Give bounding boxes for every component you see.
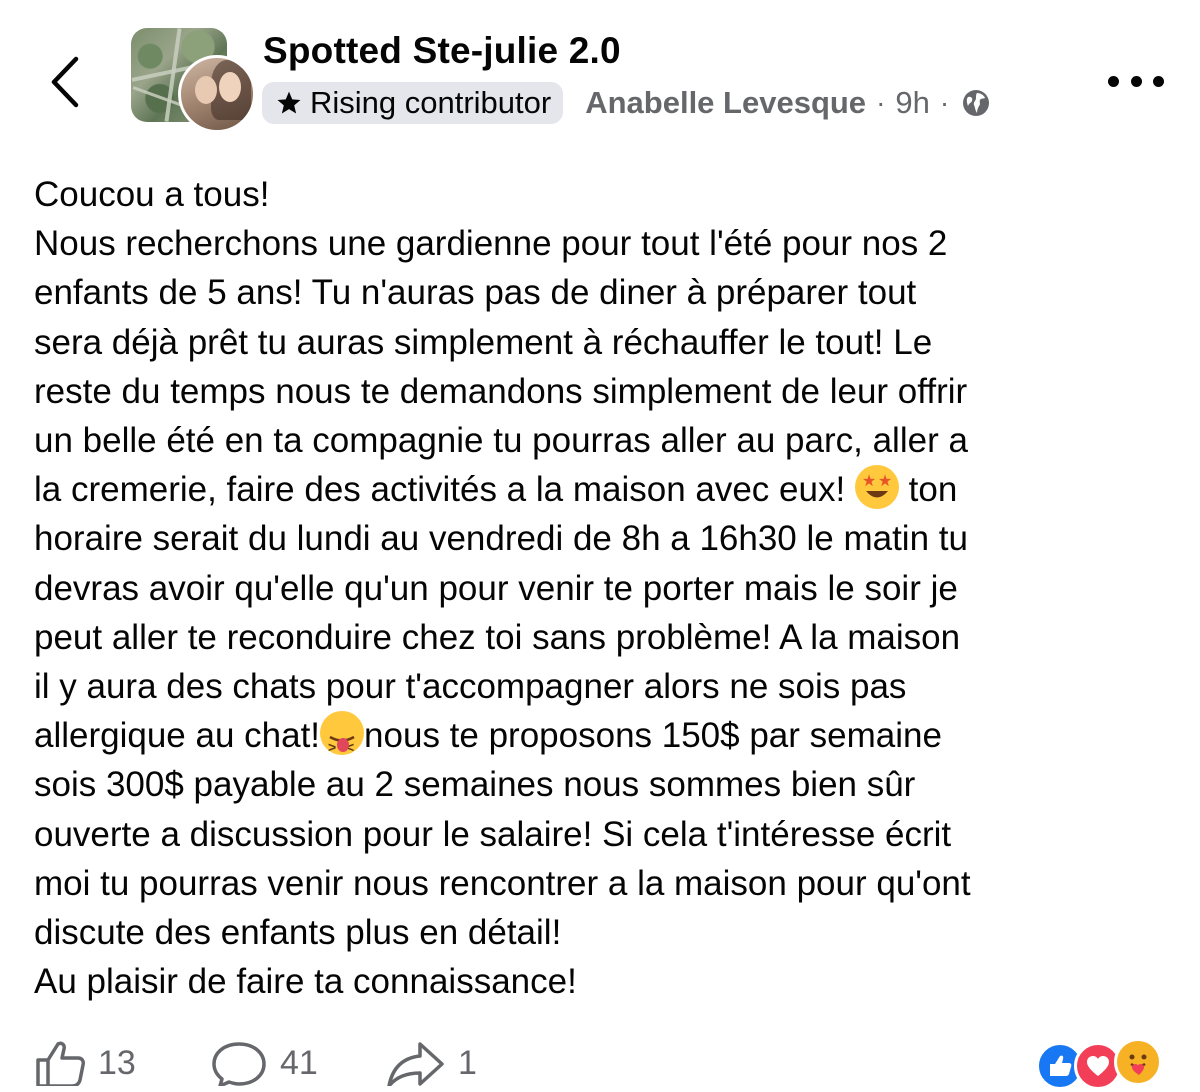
author-avatar[interactable]	[178, 55, 256, 133]
text-line: enfants de 5 ans! Tu n'auras pas de dine…	[34, 273, 917, 313]
chevron-left-icon	[51, 56, 79, 108]
author-name[interactable]: Anabelle Levesque	[585, 85, 866, 121]
contributor-badge[interactable]: Rising contributor	[262, 82, 564, 124]
text-line: Au plaisir de faire ta connaissance!	[34, 962, 577, 1002]
more-dot	[1108, 75, 1119, 87]
comment-count: 41	[280, 1043, 318, 1082]
group-name[interactable]: Spotted Ste-julie 2.0	[263, 30, 621, 72]
star-struck-emoji: ★ ★	[854, 465, 899, 510]
care-icon	[1114, 1038, 1162, 1086]
text-line: Coucou a tous!	[34, 175, 270, 214]
text-line: ouverte a discussion pour le salaire! Si…	[34, 814, 952, 854]
text-line: horaire serait du lundi au vendredi de 8…	[34, 519, 968, 559]
separator-dot: ·	[876, 87, 886, 118]
text-line: nous te proposons 150$ par semaine	[364, 716, 942, 756]
post-time[interactable]: 9h	[895, 85, 929, 121]
text-line: un belle été en ta compagnie tu pourras …	[34, 421, 968, 461]
back-button[interactable]	[40, 52, 90, 112]
comment-button[interactable]: 41	[210, 1040, 318, 1086]
post-meta: Rising contributor Anabelle Levesque · 9…	[262, 82, 991, 124]
text-line: peut aller te reconduire chez toi sans p…	[34, 617, 961, 657]
post-actions: 13 41 1	[0, 1030, 1200, 1090]
star-icon	[277, 91, 301, 114]
share-icon	[387, 1042, 444, 1086]
more-dot	[1153, 75, 1164, 87]
text-line: Nous recherchons une gardienne pour tout…	[34, 224, 948, 264]
separator-dot: ·	[939, 87, 950, 118]
text-line: moi tu pourras venir nous rencontrer a l…	[34, 863, 971, 903]
share-button[interactable]: 1	[386, 1040, 477, 1086]
like-button[interactable]: 13	[34, 1040, 136, 1086]
share-count: 1	[458, 1043, 477, 1082]
text-line: la cremerie, faire des activités a la ma…	[34, 470, 846, 510]
text-line: reste du temps nous te demandons simplem…	[34, 371, 968, 411]
thumbs-up-icon	[36, 1041, 85, 1086]
squinting-tongue-emoji: > <	[320, 711, 365, 756]
text-line: devras avoir qu'elle qu'un pour venir te…	[34, 568, 958, 608]
text-line: allergique au chat!	[34, 716, 321, 756]
globe-icon	[961, 88, 991, 118]
text-line: discute des enfants plus en détail!	[34, 913, 562, 953]
text-line: sera déjà prêt tu auras simplement à réc…	[34, 322, 933, 362]
reaction-summary[interactable]	[1036, 1038, 1176, 1090]
text-line: il y aura des chats pour t'accompagner a…	[34, 667, 907, 707]
comment-icon	[212, 1042, 266, 1086]
more-options-button[interactable]	[1108, 66, 1164, 96]
text-line: sois 300$ payable au 2 semaines nous som…	[34, 765, 916, 805]
more-dot	[1130, 75, 1142, 87]
post-text: Coucou a tous! Nous recherchons une gard…	[34, 170, 1174, 1006]
post-header: Spotted Ste-julie 2.0 Rising contributor…	[0, 0, 1200, 150]
like-count: 13	[98, 1043, 136, 1082]
badge-label: Rising contributor	[310, 85, 552, 120]
text-line: ton	[908, 470, 958, 510]
